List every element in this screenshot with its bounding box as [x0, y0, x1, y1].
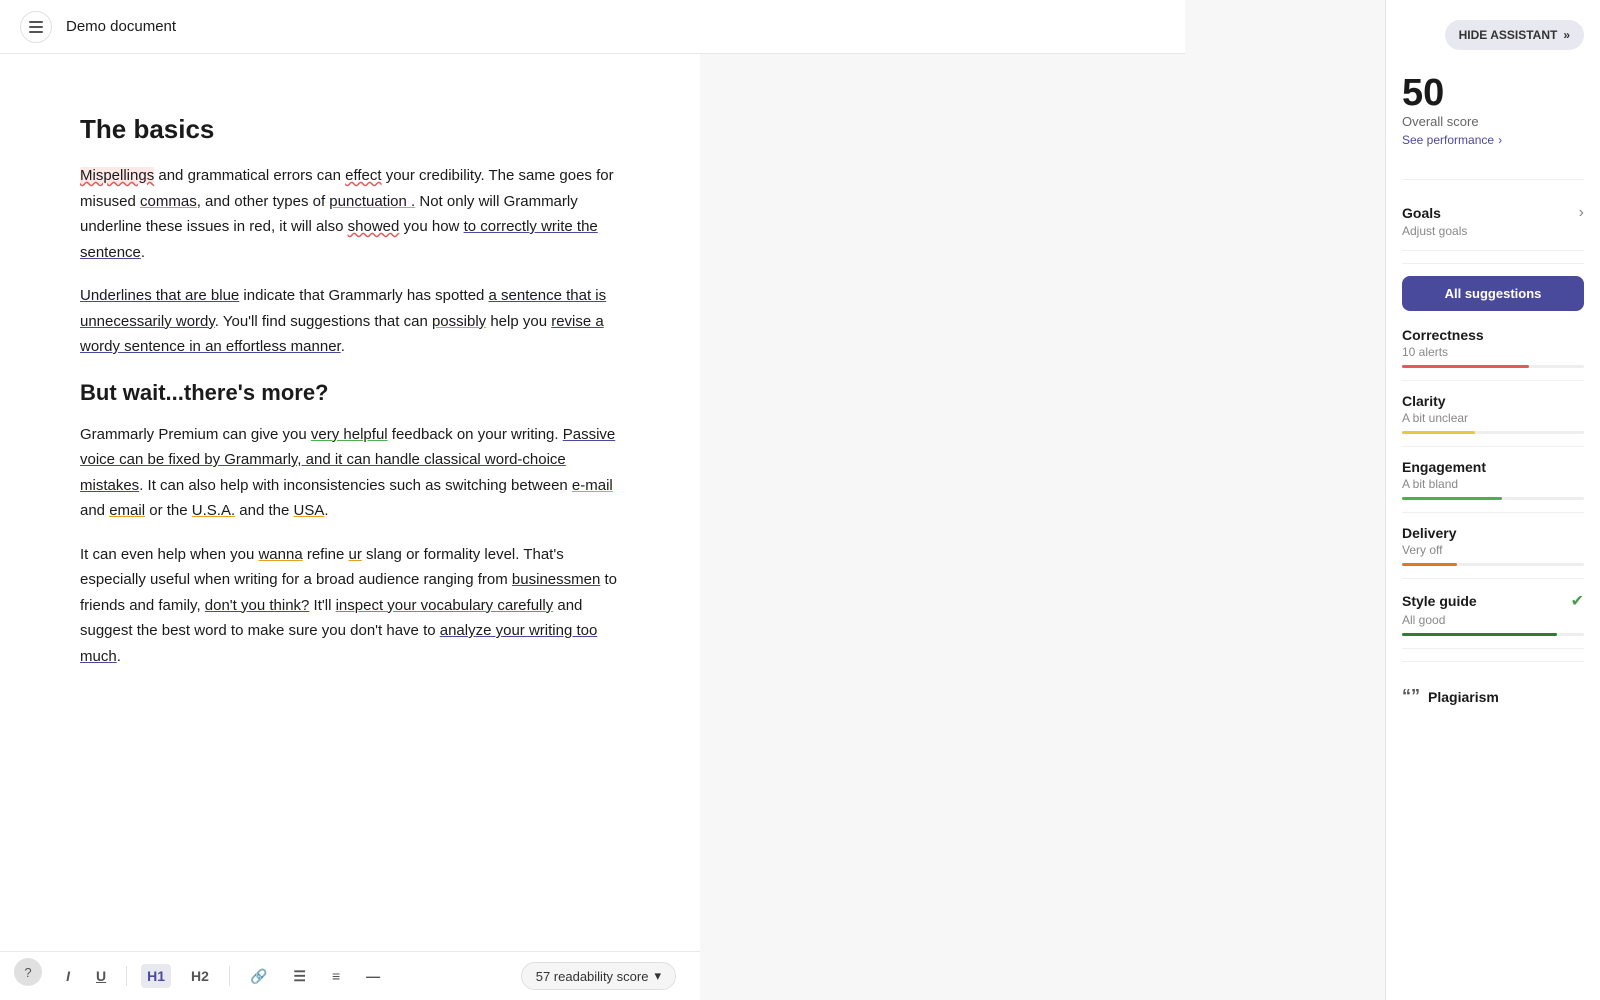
h2-button[interactable]: H2 — [185, 964, 215, 988]
clarity-item[interactable]: Clarity A bit unclear — [1402, 381, 1584, 447]
chevron-right-icon: › — [1498, 133, 1502, 147]
delivery-fill — [1402, 563, 1457, 566]
underline-button[interactable]: U — [90, 964, 112, 988]
paragraph-4: It can even help when you wanna refine u… — [80, 542, 620, 670]
overall-score: 50 — [1402, 74, 1584, 112]
clarity-label: Clarity — [1402, 393, 1584, 409]
hide-assistant-label: HIDE ASSISTANT — [1459, 28, 1558, 42]
toolbar-separator — [126, 966, 127, 986]
correctness-bar — [1402, 365, 1584, 368]
paragraph-1: Mispellings and grammatical errors can e… — [80, 163, 620, 265]
clarity-detail: A bit unclear — [1402, 411, 1584, 425]
style-guide-item[interactable]: Style guide ✔ All good — [1402, 579, 1584, 649]
clarity-bar — [1402, 431, 1584, 434]
plagiarism-label: Plagiarism — [1428, 689, 1499, 705]
style-guide-label: Style guide — [1402, 593, 1477, 609]
see-performance-link[interactable]: See performance › — [1402, 133, 1584, 147]
readability-chevron: ▾ — [654, 968, 661, 984]
clarity-fill — [1402, 431, 1475, 434]
see-performance-label: See performance — [1402, 133, 1494, 147]
engagement-fill — [1402, 497, 1502, 500]
delivery-label: Delivery — [1402, 525, 1584, 541]
style-guide-fill — [1402, 633, 1557, 636]
italic-button[interactable]: I — [60, 964, 76, 988]
numbered-list-button[interactable]: ≡ — [326, 964, 346, 988]
correctness-fill — [1402, 365, 1529, 368]
help-icon[interactable]: ? — [14, 958, 42, 986]
goals-sub: Adjust goals — [1402, 224, 1584, 238]
style-guide-bar — [1402, 633, 1584, 636]
bullet-list-button[interactable]: ☰ — [287, 964, 312, 989]
top-bar: Demo document — [0, 0, 1185, 54]
all-suggestions-button[interactable]: All suggestions — [1402, 276, 1584, 311]
heading-basics: The basics — [80, 114, 620, 145]
paragraph-3: Grammarly Premium can give you very help… — [80, 422, 620, 524]
goals-item[interactable]: Goals › Adjust goals — [1402, 192, 1584, 251]
readability-score: 57 readability score — [536, 969, 649, 984]
correctness-detail: 10 alerts — [1402, 345, 1584, 359]
engagement-bar — [1402, 497, 1584, 500]
checkmark-icon: ✔ — [1571, 591, 1584, 611]
goals-chevron: › — [1579, 204, 1584, 222]
h1-button[interactable]: H1 — [141, 964, 171, 988]
delivery-item[interactable]: Delivery Very off — [1402, 513, 1584, 579]
score-section: 50 Overall score See performance › — [1402, 74, 1584, 147]
engagement-label: Engagement — [1402, 459, 1584, 475]
link-button[interactable]: 🔗 — [244, 964, 273, 989]
chevron-right-icon: » — [1563, 28, 1570, 42]
correctness-item[interactable]: Correctness 10 alerts — [1402, 315, 1584, 381]
engagement-detail: A bit bland — [1402, 477, 1584, 491]
delivery-bar — [1402, 563, 1584, 566]
style-guide-detail: All good — [1402, 613, 1584, 627]
strikethrough-button[interactable]: — — [360, 964, 386, 988]
goals-label: Goals — [1402, 205, 1441, 221]
readability-badge[interactable]: 57 readability score ▾ — [521, 962, 676, 990]
toolbar-separator-2 — [229, 966, 230, 986]
delivery-detail: Very off — [1402, 543, 1584, 557]
right-panel: HIDE ASSISTANT » 50 Overall score See pe… — [1385, 0, 1600, 1000]
editor-area: The basics Mispellings and grammatical e… — [0, 54, 700, 1000]
paragraph-2: Underlines that are blue indicate that G… — [80, 283, 620, 360]
score-label: Overall score — [1402, 114, 1584, 129]
hide-assistant-button[interactable]: HIDE ASSISTANT » — [1445, 20, 1584, 50]
quote-icon: “” — [1402, 686, 1420, 707]
bottom-toolbar: ? B I U H1 H2 🔗 ☰ ≡ — 57 readability sco… — [0, 951, 700, 1000]
heading-more: But wait...there's more? — [80, 380, 620, 406]
hamburger-button[interactable] — [20, 11, 52, 43]
document-title: Demo document — [66, 18, 176, 35]
correctness-label: Correctness — [1402, 327, 1584, 343]
engagement-item[interactable]: Engagement A bit bland — [1402, 447, 1584, 513]
plagiarism-item[interactable]: “” Plagiarism — [1402, 674, 1584, 719]
